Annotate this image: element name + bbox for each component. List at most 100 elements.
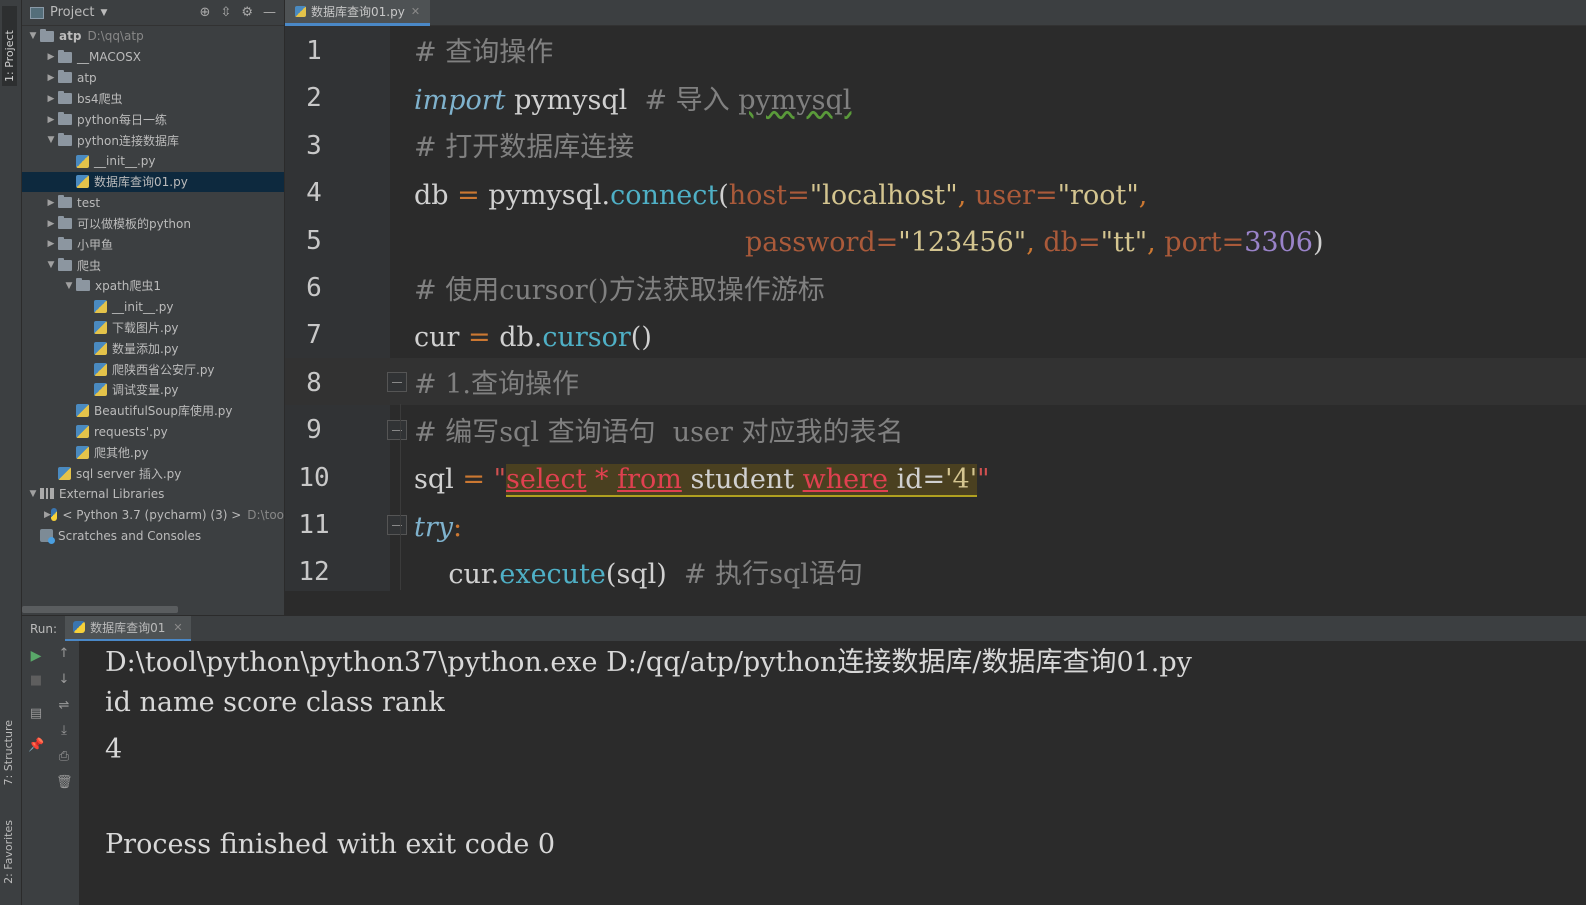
pin-icon[interactable]: 📌 bbox=[28, 738, 44, 754]
run-panel-header: Run: 数据库查询01 ✕ bbox=[22, 615, 1586, 642]
tree-item[interactable]: 调试变量.py bbox=[22, 380, 284, 401]
folder-icon bbox=[40, 28, 54, 42]
comment-token: # 导入 bbox=[644, 85, 739, 116]
tree-item-label: test bbox=[77, 195, 101, 210]
structure-tool-tab[interactable]: 7: Structure bbox=[2, 720, 15, 785]
tree-item[interactable]: ▼ 爬虫 bbox=[22, 255, 284, 276]
expand-arrow-right-icon[interactable]: ▶ bbox=[44, 198, 58, 208]
expand-arrow-right-icon[interactable]: ▶ bbox=[44, 239, 58, 249]
tree-item[interactable]: sql server 插入.py bbox=[22, 463, 284, 484]
tree-item-label: atp bbox=[77, 70, 97, 85]
close-icon[interactable]: ✕ bbox=[411, 5, 420, 18]
tree-item-label: __init__.py bbox=[94, 154, 156, 169]
tree-item[interactable]: ▶ __MACOSX bbox=[22, 47, 284, 68]
sql-value-token: '4' bbox=[945, 464, 978, 495]
collapse-all-icon[interactable]: ⇳ bbox=[220, 5, 231, 20]
tree-item-label: __init__.py bbox=[112, 299, 174, 314]
fold-marker-icon[interactable] bbox=[387, 515, 407, 535]
tree-item-label: 数据库查询01.py bbox=[94, 175, 188, 190]
tree-item[interactable]: ▶ python每日一练 bbox=[22, 109, 284, 130]
arrow-down-icon[interactable]: ↓ bbox=[56, 672, 72, 688]
tree-item[interactable]: __init__.py bbox=[22, 296, 284, 317]
project-view-selector[interactable]: Project bbox=[50, 5, 94, 20]
expand-arrow-right-icon[interactable]: ▶ bbox=[44, 52, 58, 62]
tree-item[interactable]: ▶ bs4爬虫 bbox=[22, 88, 284, 109]
tree-item[interactable]: ▶ atp bbox=[22, 68, 284, 89]
run-icon[interactable]: ▶ bbox=[28, 648, 44, 664]
tree-item-label: atp bbox=[59, 29, 82, 44]
arrow-up-icon[interactable]: ↑ bbox=[56, 646, 72, 662]
expand-arrow-down-icon[interactable]: ▼ bbox=[44, 135, 58, 145]
code-token: pymysql. bbox=[479, 180, 611, 211]
tree-item[interactable]: 数量添加.py bbox=[22, 338, 284, 359]
tree-item[interactable]: ▼ External Libraries bbox=[22, 484, 284, 505]
run-tab[interactable]: 数据库查询01 ✕ bbox=[65, 615, 191, 642]
locate-icon[interactable]: ⊕ bbox=[200, 5, 211, 20]
python-file-icon bbox=[295, 6, 306, 17]
folder-icon bbox=[58, 112, 72, 126]
expand-arrow-right-icon[interactable]: ▶ bbox=[44, 73, 58, 83]
tree-item[interactable]: Scratches and Consoles bbox=[22, 525, 284, 546]
expand-arrow-right-icon[interactable]: ▶ bbox=[44, 94, 58, 104]
folder-icon bbox=[76, 278, 90, 292]
folder-icon bbox=[58, 216, 72, 230]
string-quote-token: " bbox=[977, 464, 990, 495]
tree-item[interactable]: BeautifulSoup库使用.py bbox=[22, 400, 284, 421]
tree-item[interactable]: ▶ 小甲鱼 bbox=[22, 234, 284, 255]
layout-icon[interactable]: ▤ bbox=[28, 706, 44, 722]
expand-arrow-down-icon[interactable]: ▼ bbox=[26, 31, 40, 41]
tree-item[interactable]: ▶ 可以做模板的python bbox=[22, 213, 284, 234]
param-token: host= bbox=[728, 180, 810, 211]
code-token: db. bbox=[490, 322, 543, 353]
tree-item[interactable]: 下载图片.py bbox=[22, 317, 284, 338]
print-icon[interactable]: ⎙ bbox=[56, 749, 72, 765]
chevron-down-icon[interactable]: ▼ bbox=[100, 8, 107, 18]
editor-tab[interactable]: 数据库查询01.py ✕ bbox=[285, 0, 431, 26]
expand-arrow-right-icon[interactable]: ▶ bbox=[44, 510, 51, 520]
gear-icon[interactable]: ⚙ bbox=[241, 5, 253, 20]
trash-icon[interactable]: 🗑 bbox=[56, 775, 73, 791]
close-icon[interactable]: ✕ bbox=[173, 621, 182, 634]
scroll-to-end-icon[interactable]: ⤓ bbox=[56, 723, 72, 739]
tree-item[interactable]: ▼ python连接数据库 bbox=[22, 130, 284, 151]
code-token: cur bbox=[414, 322, 468, 353]
favorites-tool-tab[interactable]: 2: Favorites bbox=[2, 820, 15, 884]
tree-item[interactable]: ▶ < Python 3.7 (pycharm) (3) > D:\too bbox=[22, 504, 284, 525]
function-token: execute bbox=[499, 559, 606, 590]
hide-icon[interactable]: — bbox=[263, 5, 276, 20]
python-icon bbox=[73, 621, 86, 633]
line-number: 2 bbox=[306, 83, 322, 114]
expand-arrow-right-icon[interactable]: ▶ bbox=[44, 115, 58, 125]
library-icon bbox=[40, 488, 54, 500]
code-line-6: # 使用cursor()方法获取操作游标 bbox=[414, 275, 825, 306]
project-tool-tab[interactable]: 1: Project bbox=[2, 6, 17, 86]
operator-token: = bbox=[462, 464, 485, 495]
expand-arrow-down-icon[interactable]: ▼ bbox=[62, 281, 76, 291]
tree-item[interactable]: __init__.py bbox=[22, 151, 284, 172]
string-quote-token: " bbox=[493, 464, 506, 495]
tree-item[interactable]: requests'.py bbox=[22, 421, 284, 442]
tree-item[interactable]: 爬陕西省公安厅.py bbox=[22, 359, 284, 380]
fold-marker-icon[interactable] bbox=[387, 372, 407, 392]
stop-icon[interactable]: ■ bbox=[28, 673, 44, 689]
console-output[interactable] bbox=[80, 641, 1586, 905]
fold-marker-icon[interactable] bbox=[387, 420, 407, 440]
soft-wrap-icon[interactable]: ⇌ bbox=[56, 698, 72, 714]
tree-item[interactable]: ▶ test bbox=[22, 192, 284, 213]
horizontal-scrollbar[interactable] bbox=[22, 606, 178, 613]
expand-arrow-down-icon[interactable]: ▼ bbox=[44, 260, 58, 270]
expand-arrow-right-icon[interactable]: ▶ bbox=[44, 219, 58, 229]
code-line-8: # 1.查询操作 bbox=[414, 369, 579, 400]
tree-item[interactable]: 爬其他.py bbox=[22, 442, 284, 463]
operator-token: = bbox=[457, 180, 480, 211]
tree-item[interactable]: ▼ atp D:\qq\atp bbox=[22, 26, 284, 47]
code-line-3: # 打开数据库连接 bbox=[414, 132, 635, 163]
code-token: db bbox=[414, 180, 458, 211]
tree-item[interactable]: 数据库查询01.py bbox=[22, 171, 284, 193]
tree-item-path: D:\too bbox=[247, 507, 284, 522]
expand-arrow-down-icon[interactable]: ▼ bbox=[26, 489, 40, 499]
string-token: "root" bbox=[1057, 180, 1139, 211]
tree-item-label: python连接数据库 bbox=[77, 133, 179, 148]
tree-item[interactable]: ▼ xpath爬虫1 bbox=[22, 276, 284, 297]
